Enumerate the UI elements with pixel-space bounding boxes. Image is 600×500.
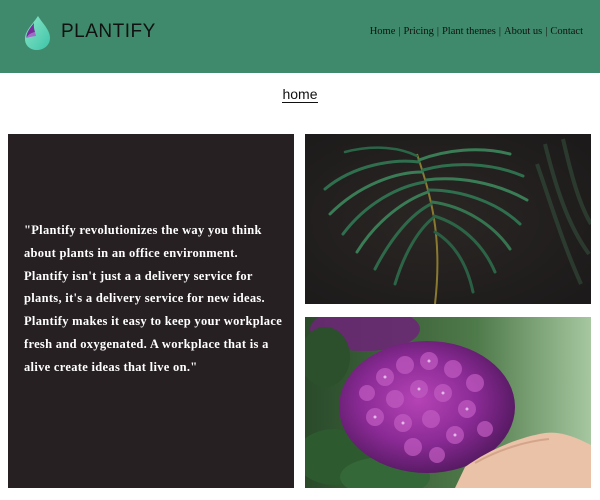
purple-hydrangea-photo: [305, 317, 591, 488]
nav-separator: |: [545, 26, 548, 37]
nav-separator: |: [436, 26, 439, 37]
nav-link-contact[interactable]: Contact: [550, 26, 583, 37]
nav-separator: |: [398, 26, 401, 37]
page-title-text: home: [282, 86, 318, 103]
nav-separator: |: [498, 26, 501, 37]
nav-link-home[interactable]: Home: [370, 26, 396, 37]
droplet-logo-icon[interactable]: [22, 15, 52, 51]
nav-link-about-us[interactable]: About us: [504, 26, 542, 37]
nav-link-pricing[interactable]: Pricing: [403, 26, 433, 37]
quote-text: "Plantify revolutionizes the way you thi…: [24, 223, 283, 374]
main-nav: Home | Pricing | Plant themes | About us…: [370, 26, 583, 37]
palm-leaves-photo: [305, 134, 591, 304]
nav-link-plant-themes[interactable]: Plant themes: [442, 26, 496, 37]
site-header: PLANTIFY Home | Pricing | Plant themes |…: [0, 0, 600, 73]
brand-name[interactable]: PLANTIFY: [61, 21, 156, 43]
quote-panel: "Plantify revolutionizes the way you thi…: [8, 134, 294, 488]
page-title: home: [0, 86, 600, 104]
